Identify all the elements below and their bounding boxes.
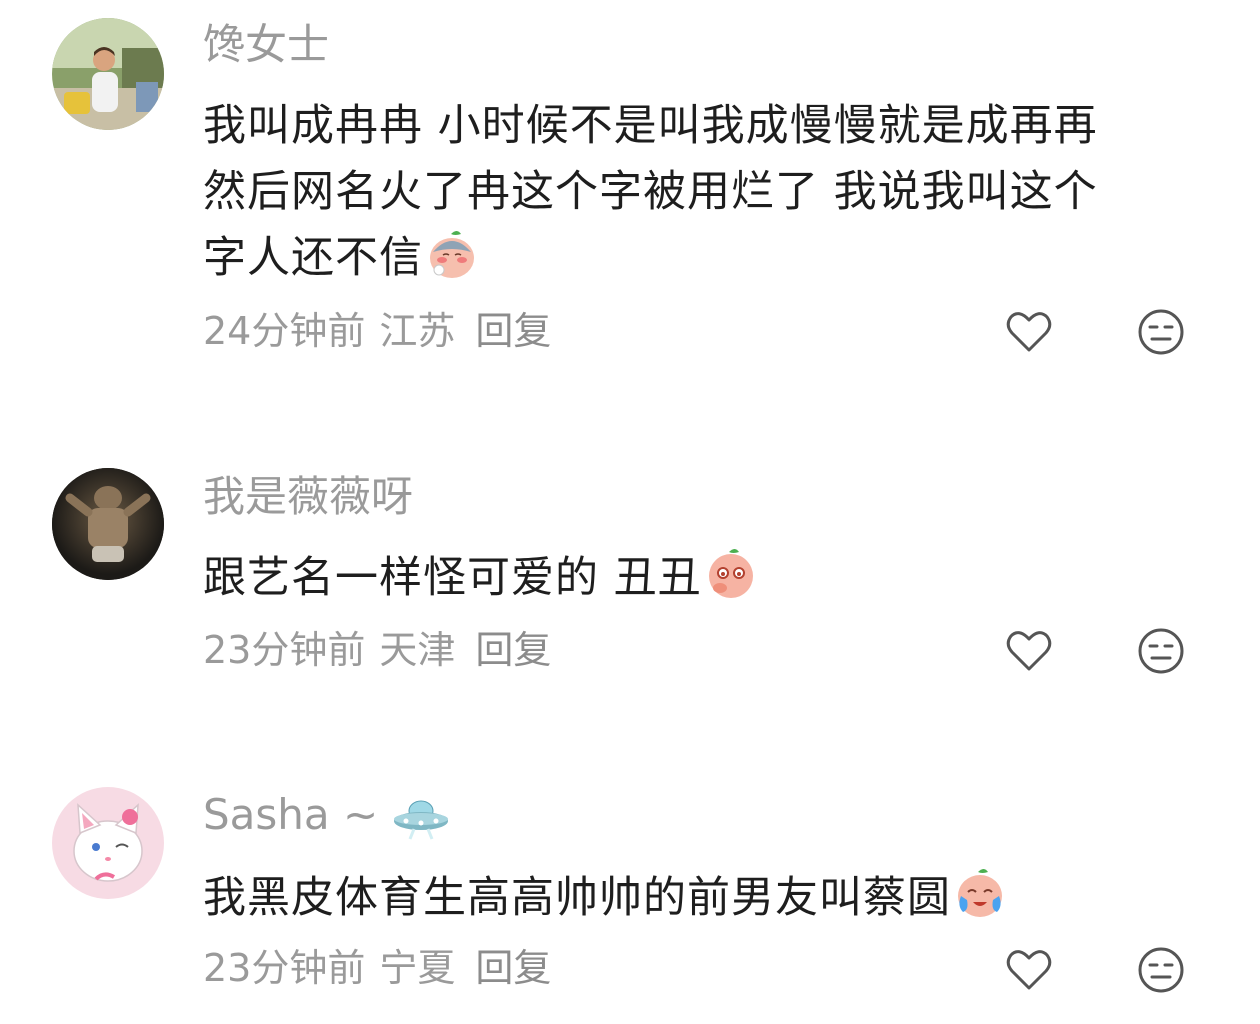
heart-outline-icon: [1006, 950, 1052, 990]
meh-face-icon: [1138, 309, 1184, 355]
timestamp: 23分钟前: [203, 946, 366, 990]
dark-figure-avatar-image: [52, 468, 164, 580]
comment-text-line: 我叫成冉冉 小时候不是叫我成慢慢就是成再再: [203, 101, 1098, 151]
location: 江苏: [379, 309, 456, 353]
avatar[interactable]: [52, 468, 164, 580]
comment-meta: 23分钟前 宁夏 回复: [203, 945, 565, 991]
dislike-button[interactable]: [1135, 625, 1187, 677]
meh-face-icon: [1138, 947, 1184, 993]
comment-text: 我黑皮体育生高高帅帅的前男友叫蔡圆: [203, 865, 1203, 931]
comment-text-line: 跟艺名一样怪可爱的 丑丑: [203, 545, 1203, 611]
location: 宁夏: [379, 946, 456, 990]
blushing-bun-emoji: [430, 231, 474, 278]
timestamp: 24分钟前: [203, 309, 366, 353]
ufo-icon: [394, 800, 449, 840]
like-button[interactable]: [1003, 944, 1055, 996]
reply-button[interactable]: 回复: [475, 946, 551, 990]
comment-text: 我叫成冉冉 小时候不是叫我成慢慢就是成再再 然后网名火了冉这个字被用烂了 我说我…: [203, 93, 1203, 291]
like-button[interactable]: [1003, 625, 1055, 677]
heart-outline-icon: [1006, 631, 1052, 671]
dislike-button[interactable]: [1135, 306, 1187, 358]
comment-meta: 24分钟前 江苏 回复: [203, 308, 565, 354]
comment-text-line: 字人还不信: [203, 225, 1203, 291]
username[interactable]: Sasha ~: [203, 790, 450, 841]
reply-button[interactable]: 回复: [475, 309, 551, 353]
location: 天津: [379, 628, 456, 672]
crying-bun-emoji: [958, 869, 1002, 917]
reply-button[interactable]: 回复: [475, 628, 551, 672]
woman-outdoors-avatar-image: [52, 18, 164, 130]
comment-text-line: 然后网名火了冉这个字被用烂了 我说我叫这个: [203, 167, 1098, 217]
username[interactable]: 我是薇薇呀: [203, 472, 413, 522]
meh-face-icon: [1138, 628, 1184, 674]
comment-text: 跟艺名一样怪可爱的 丑丑: [203, 545, 1203, 611]
dislike-button[interactable]: [1135, 944, 1187, 996]
timestamp: 23分钟前: [203, 628, 366, 672]
username[interactable]: 馋女士: [203, 20, 329, 70]
comment-meta: 23分钟前 天津 回复: [203, 627, 565, 673]
heart-outline-icon: [1006, 312, 1052, 352]
comment-text-line: 我黑皮体育生高高帅帅的前男友叫蔡圆: [203, 865, 1203, 931]
avatar[interactable]: [52, 18, 164, 130]
avatar[interactable]: [52, 787, 164, 899]
shy-bun-emoji: [708, 549, 753, 598]
white-cat-avatar-image: [52, 787, 164, 899]
like-button[interactable]: [1003, 306, 1055, 358]
